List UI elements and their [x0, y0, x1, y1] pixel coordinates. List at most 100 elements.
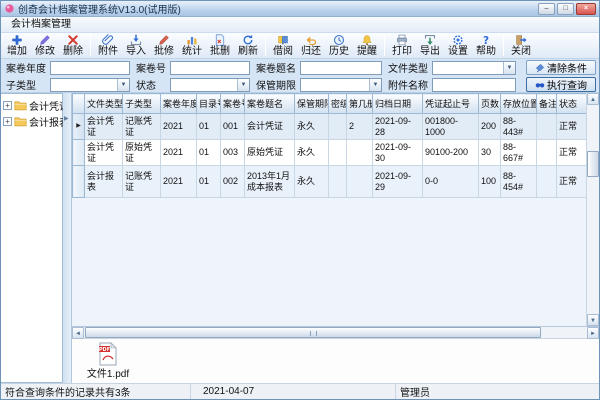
- retention-period-select[interactable]: ▼: [300, 78, 382, 92]
- print-button[interactable]: 打印: [388, 33, 416, 58]
- execute-query-button[interactable]: 执行查询: [526, 77, 596, 92]
- table-cell[interactable]: 001: [221, 114, 245, 140]
- help-button[interactable]: 帮助: [472, 33, 500, 58]
- table-cell[interactable]: 永久: [295, 114, 329, 140]
- expand-icon[interactable]: +: [3, 117, 12, 126]
- minimize-button[interactable]: –: [538, 3, 555, 15]
- column-header[interactable]: 存放位置: [501, 94, 537, 114]
- history-button[interactable]: 历史: [325, 33, 353, 58]
- add-button[interactable]: 增加: [3, 33, 31, 58]
- row-selector[interactable]: [73, 166, 85, 198]
- column-header[interactable]: 子类型: [123, 94, 161, 114]
- table-cell[interactable]: 0-0: [423, 166, 479, 198]
- borrow-button[interactable]: 借阅: [269, 33, 297, 58]
- table-cell[interactable]: 100: [479, 166, 501, 198]
- delete-button[interactable]: 删除: [59, 33, 87, 58]
- scroll-up-button[interactable]: ▲: [587, 93, 599, 105]
- table-cell[interactable]: 正常: [557, 114, 587, 140]
- table-cell[interactable]: 200: [479, 114, 501, 140]
- column-header[interactable]: 凭证起止号: [423, 94, 479, 114]
- table-cell[interactable]: [329, 140, 347, 166]
- vertical-scrollbar[interactable]: ▲ ▼: [586, 93, 599, 326]
- table-cell[interactable]: 01: [197, 140, 221, 166]
- table-cell[interactable]: 记账凭证: [123, 114, 161, 140]
- column-header[interactable]: 案卷年度: [161, 94, 197, 114]
- chevron-down-icon[interactable]: ▼: [503, 62, 515, 74]
- edit-button[interactable]: 修改: [31, 33, 59, 58]
- horizontal-scrollbar[interactable]: ◄ ►: [72, 327, 599, 339]
- vertical-scroll-thumb[interactable]: [587, 151, 599, 177]
- table-cell[interactable]: 会计凭证: [85, 114, 123, 140]
- table-cell[interactable]: 01: [197, 114, 221, 140]
- table-cell[interactable]: 正常: [557, 166, 587, 198]
- column-header[interactable]: 目录号: [197, 94, 221, 114]
- remind-button[interactable]: 提醒: [353, 33, 381, 58]
- maximize-button[interactable]: □: [557, 3, 574, 15]
- table-cell[interactable]: 2021-09-29: [373, 166, 423, 198]
- table-cell[interactable]: 002: [221, 166, 245, 198]
- current-row-indicator[interactable]: ▶: [73, 114, 85, 140]
- chevron-down-icon[interactable]: ▼: [369, 79, 381, 91]
- scroll-right-button[interactable]: ►: [587, 327, 599, 339]
- status-select[interactable]: ▼: [170, 78, 250, 92]
- panel-splitter[interactable]: ▶: [63, 93, 72, 383]
- table-cell[interactable]: 2021: [161, 114, 197, 140]
- case-number-input[interactable]: [170, 61, 250, 75]
- row-selector[interactable]: [73, 140, 85, 166]
- table-cell[interactable]: [537, 166, 557, 198]
- table-cell[interactable]: 2: [347, 114, 373, 140]
- table-cell[interactable]: 2013年1月成本报表: [245, 166, 295, 198]
- close-app-button[interactable]: 关闭: [507, 33, 535, 58]
- column-header[interactable]: 文件类型: [85, 94, 123, 114]
- expand-icon[interactable]: +: [3, 101, 12, 110]
- menu-item-archive-management[interactable]: 会计档案管理: [7, 17, 75, 32]
- table-cell[interactable]: [537, 140, 557, 166]
- table-cell[interactable]: [347, 140, 373, 166]
- clear-conditions-button[interactable]: 清除条件: [526, 60, 596, 75]
- settings-button[interactable]: 设置: [444, 33, 472, 58]
- table-cell[interactable]: 正常: [557, 140, 587, 166]
- statistics-button[interactable]: 统计: [178, 33, 206, 58]
- close-button[interactable]: ×: [576, 3, 596, 15]
- table-cell[interactable]: 88-443#: [501, 114, 537, 140]
- sub-type-select[interactable]: ▼: [50, 78, 130, 92]
- attachment-file[interactable]: 文件1.pdf: [82, 342, 134, 380]
- row-header-corner[interactable]: [73, 94, 85, 114]
- table-cell[interactable]: 2021: [161, 140, 197, 166]
- table-cell[interactable]: 30: [479, 140, 501, 166]
- table-cell[interactable]: 永久: [295, 140, 329, 166]
- chevron-down-icon[interactable]: ▼: [117, 79, 129, 91]
- table-cell[interactable]: 原始凭证: [123, 140, 161, 166]
- table-cell[interactable]: 003: [221, 140, 245, 166]
- table-cell[interactable]: 2021: [161, 166, 197, 198]
- column-header[interactable]: 第几册: [347, 94, 373, 114]
- table-cell[interactable]: [347, 166, 373, 198]
- table-cell[interactable]: 88-454#: [501, 166, 537, 198]
- column-header[interactable]: 状态: [557, 94, 587, 114]
- column-header[interactable]: 归档日期: [373, 94, 423, 114]
- import-button[interactable]: 导入: [122, 33, 150, 58]
- attachment-button[interactable]: 附件: [94, 33, 122, 58]
- table-cell[interactable]: [537, 114, 557, 140]
- column-header[interactable]: 案卷题名: [245, 94, 295, 114]
- table-cell[interactable]: [329, 166, 347, 198]
- table-cell[interactable]: 记账凭证: [123, 166, 161, 198]
- export-button[interactable]: 导出: [416, 33, 444, 58]
- case-year-input[interactable]: [50, 61, 130, 75]
- column-header[interactable]: 备注: [537, 94, 557, 114]
- return-button[interactable]: 归还: [297, 33, 325, 58]
- table-cell[interactable]: 原始凭证: [245, 140, 295, 166]
- table-cell[interactable]: 88-667#: [501, 140, 537, 166]
- tree-item-accounting-vouchers[interactable]: + 会计凭证: [1, 97, 62, 113]
- table-cell[interactable]: 会计凭证: [85, 140, 123, 166]
- file-type-select[interactable]: ▼: [432, 61, 516, 75]
- splitter-collapse-icon[interactable]: ▶: [64, 115, 69, 122]
- attachment-name-input[interactable]: [432, 78, 516, 92]
- table-cell[interactable]: 001800-1000: [423, 114, 479, 140]
- refresh-button[interactable]: 刷新: [234, 33, 262, 58]
- table-cell[interactable]: 会计凭证: [245, 114, 295, 140]
- horizontal-scroll-thumb[interactable]: [85, 327, 541, 338]
- table-cell[interactable]: 01: [197, 166, 221, 198]
- scroll-down-button[interactable]: ▼: [587, 314, 599, 326]
- chevron-down-icon[interactable]: ▼: [237, 79, 249, 91]
